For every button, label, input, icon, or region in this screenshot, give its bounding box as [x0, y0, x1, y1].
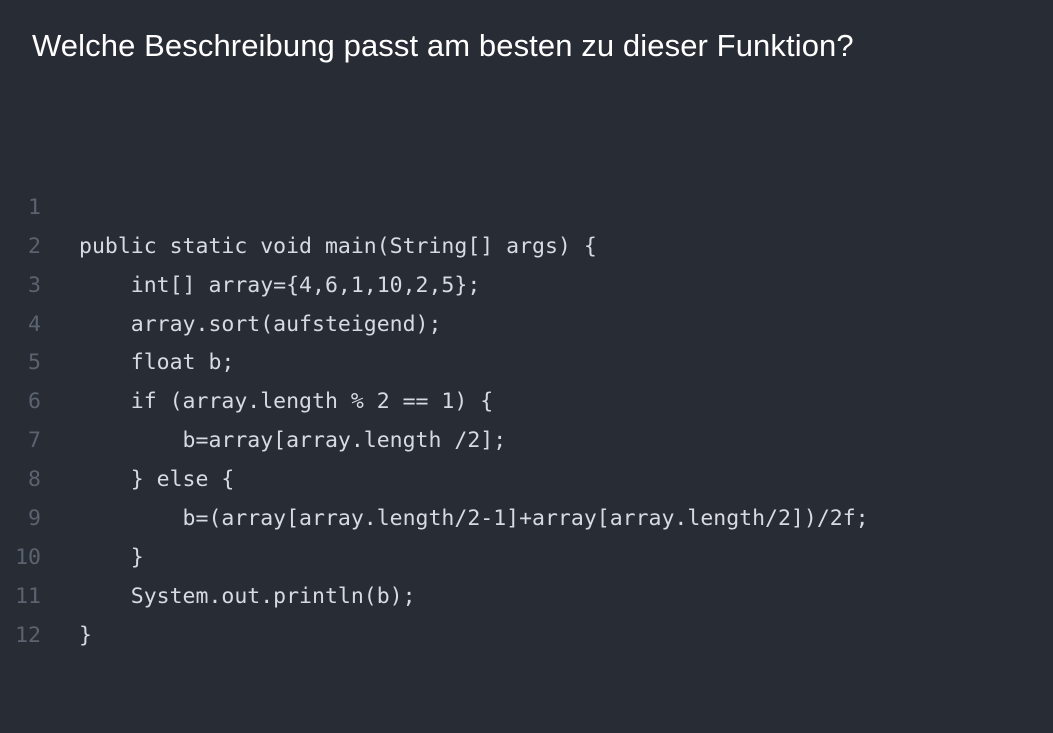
code-line: 12 [0, 578, 1053, 648]
code-line: 3 array.sort(aufsteigend); [0, 228, 1053, 337]
code-line: 6 b=array[array.length /2]; [0, 344, 1053, 453]
question-title: Welche Beschreibung passt am besten zu d… [32, 28, 854, 63]
code-line: 7 } else { [0, 383, 1053, 492]
code-line: 10 System.out.println(b); [0, 500, 1053, 609]
code-text: } [79, 622, 92, 648]
code-line: 11 } [0, 539, 1053, 648]
code-line: 4 float b; [0, 267, 1053, 376]
code-block: 1 public static void main(String[] args)… [0, 150, 1053, 648]
code-line: 5 if (array.length % 2 == 1) { [0, 306, 1053, 414]
code-line: 9 } [0, 461, 1053, 570]
quiz-page: Welche Beschreibung passt am besten zu d… [0, 0, 1053, 648]
code-line: 2 int[] array={4,6,1,10,2,5}; [0, 189, 1053, 298]
code-line: 1 public static void main(String[] args)… [0, 150, 1053, 259]
code-line: 8 b=(array[array.length/2-1]+array[array… [0, 422, 1053, 531]
line-number: 12 [15, 622, 41, 648]
